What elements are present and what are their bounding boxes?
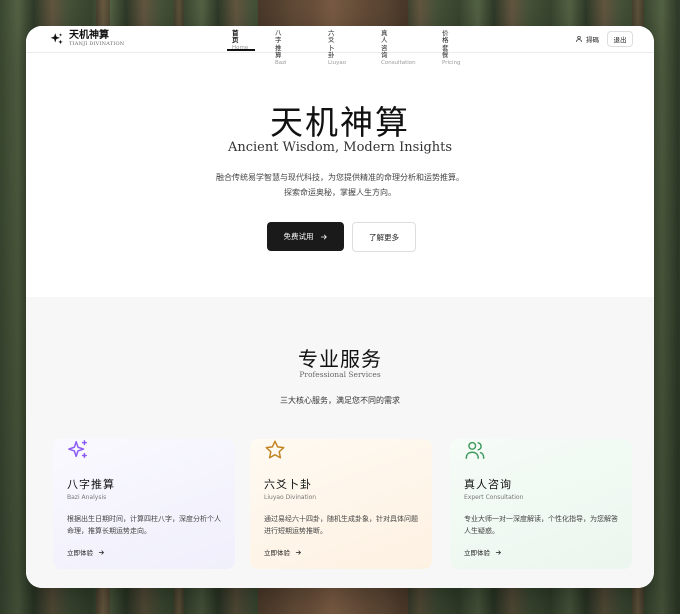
logout-button[interactable]: 退出 bbox=[607, 31, 633, 47]
card-description: 专业大师一对一深度解读，个性化指导，为您解答人生疑惑。 bbox=[464, 515, 618, 535]
free-trial-button[interactable]: 免费试用 bbox=[267, 222, 344, 251]
top-navigation: 天机神算 TIANJI DIVINATION 首页 Home 八字推算 Bazi bbox=[26, 26, 654, 66]
users-icon bbox=[465, 441, 485, 459]
hero-description: 融合传统易学智慧与现代科技，为您提供精准的命理分析和运势推算。 探索命运奥秘，掌… bbox=[26, 170, 654, 200]
star-icon bbox=[265, 440, 285, 459]
try-now-label: 立即体验 bbox=[67, 549, 93, 557]
services-description: 三大核心服务，满足您不同的需求 bbox=[280, 396, 400, 405]
learn-more-button[interactable]: 了解更多 bbox=[352, 222, 416, 252]
app-window: 天机神算 TIANJI DIVINATION 首页 Home 八字推算 Bazi bbox=[26, 26, 654, 588]
service-card-liuyao: 六爻卜卦 Liuyao Divination 通过易经六十四卦，随机生成卦象，针… bbox=[250, 439, 432, 569]
try-now-link[interactable]: 立即体验 bbox=[67, 547, 105, 557]
hero-description-line: 融合传统易学智慧与现代科技，为您提供精准的命理分析和运势推算。 bbox=[216, 173, 464, 182]
login-button[interactable]: 掃碼 bbox=[575, 34, 599, 44]
card-subtitle: Bazi Analysis bbox=[67, 494, 107, 501]
tab-sublabel: Consultation bbox=[381, 59, 416, 66]
login-label: 掃碼 bbox=[586, 36, 599, 44]
services-subtitle: Professional Services bbox=[299, 370, 381, 379]
tab-label: 六爻卜卦 bbox=[328, 29, 335, 60]
try-now-link[interactable]: 立即体验 bbox=[464, 547, 502, 557]
card-title: 八字推算 bbox=[67, 478, 115, 491]
arrow-right-icon bbox=[98, 549, 104, 555]
tab-label: 八字推算 bbox=[275, 29, 282, 60]
card-subtitle: Expert Consultation bbox=[464, 494, 524, 501]
tab-sublabel: Pricing bbox=[442, 59, 461, 66]
hero-subtitle: Ancient Wisdom, Modern Insights bbox=[227, 140, 453, 155]
sparkles-icon bbox=[68, 440, 87, 459]
sparkle-logo-icon bbox=[50, 33, 63, 45]
try-now-label: 立即体验 bbox=[464, 549, 490, 557]
arrow-right-icon bbox=[495, 549, 501, 555]
hero-title: 天机神算 bbox=[270, 103, 410, 142]
brand-logo[interactable]: 天机神算 TIANJI DIVINATION bbox=[50, 31, 124, 47]
card-description: 通过易经六十四卦，随机生成卦象，针对具体问题进行短期运势推断。 bbox=[264, 515, 418, 535]
service-card-bazi: 八字推算 Bazi Analysis 根据出生日期时间，计算四柱八字，深度分析个… bbox=[53, 439, 235, 569]
card-title: 真人咨询 bbox=[464, 478, 512, 491]
active-tab-indicator bbox=[227, 49, 255, 51]
tab-label: 首页 bbox=[232, 29, 239, 45]
user-icon bbox=[576, 36, 582, 43]
hero-description-line: 探索命运奥秘，掌握人生方向。 bbox=[284, 188, 396, 197]
tab-sublabel: Bazi bbox=[275, 59, 287, 66]
try-now-link[interactable]: 立即体验 bbox=[264, 547, 302, 557]
tab-label: 价格套餐 bbox=[442, 29, 449, 60]
service-card-consultation: 真人咨询 Expert Consultation 专业大师一对一深度解读，个性化… bbox=[450, 439, 632, 569]
card-title: 六爻卜卦 bbox=[264, 478, 312, 491]
card-description: 根据出生日期时间，计算四柱八字，深度分析个人命理，推算长期运势走向。 bbox=[67, 515, 221, 535]
card-subtitle: Liuyao Divination bbox=[264, 494, 317, 501]
services-title: 专业服务 bbox=[298, 347, 382, 371]
arrow-right-icon bbox=[295, 549, 301, 555]
brand-name-en: TIANJI DIVINATION bbox=[69, 41, 125, 47]
brand-name: 天机神算 bbox=[69, 30, 109, 41]
try-now-label: 立即体验 bbox=[264, 549, 290, 557]
arrow-right-icon bbox=[320, 234, 327, 239]
tab-label: 真人咨询 bbox=[381, 29, 388, 60]
tab-sublabel: Liuyao bbox=[328, 59, 347, 66]
free-trial-label: 免费试用 bbox=[283, 232, 314, 241]
